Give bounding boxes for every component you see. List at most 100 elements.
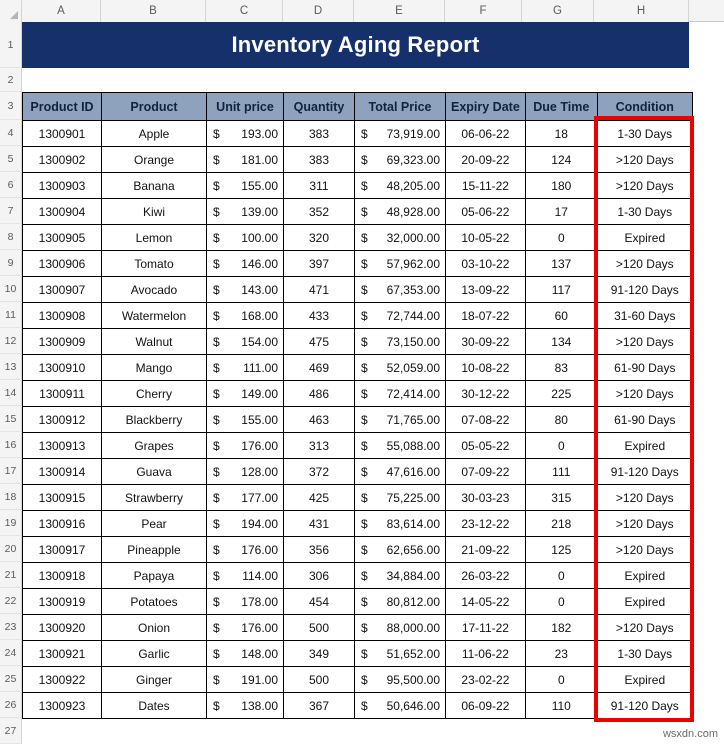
currency-symbol: $ — [361, 334, 368, 349]
row-header-1[interactable]: 1 — [0, 22, 22, 68]
row-header-26[interactable]: 26 — [0, 692, 22, 718]
cell-quantity: 313 — [283, 432, 355, 459]
header-quantity: Quantity — [283, 92, 355, 121]
column-header-d[interactable]: D — [283, 0, 354, 22]
cell-expiry-date: 06-09-22 — [445, 692, 526, 719]
column-header-e[interactable]: E — [354, 0, 445, 22]
row-header-27[interactable]: 27 — [0, 718, 22, 744]
row-header-2[interactable]: 2 — [0, 68, 22, 92]
table-row: 1300904 Kiwi $139.00 352 $48,928.00 05-06-22 1… — [22, 198, 693, 225]
cell-unit-price: $176.00 — [206, 614, 284, 641]
row-header-5[interactable]: 5 — [0, 146, 22, 172]
cell-expiry-date: 30-03-23 — [445, 484, 526, 511]
table-row: 1300905 Lemon $100.00 320 $32,000.00 10-05-22… — [22, 224, 693, 251]
cell-due-time: 17 — [524, 198, 598, 225]
cell-unit-price: $154.00 — [206, 328, 284, 355]
cell-unit-price: $114.00 — [206, 562, 284, 589]
cell-expiry-date: 06-06-22 — [445, 120, 526, 147]
column-header-g[interactable]: G — [522, 0, 594, 22]
column-header-a[interactable]: A — [22, 0, 101, 22]
cell-quantity: 349 — [283, 640, 355, 667]
watermark: wsxdn.com — [662, 728, 718, 740]
currency-symbol: $ — [213, 412, 220, 427]
row-header-8[interactable]: 8 — [0, 224, 22, 250]
row-header-11[interactable]: 11 — [0, 302, 22, 328]
cell-expiry-date: 23-12-22 — [445, 510, 526, 537]
cell-unit-price: $178.00 — [206, 588, 284, 615]
cell-condition: Expired — [596, 666, 693, 693]
cell-quantity: 471 — [283, 276, 355, 303]
cell-unit-price-value: 155.00 — [241, 412, 278, 427]
table-row: 1300920 Onion $176.00 500 $88,000.00 17-11-22… — [22, 614, 693, 641]
column-header-f[interactable]: F — [445, 0, 522, 22]
row-header-17[interactable]: 17 — [0, 458, 22, 484]
currency-symbol: $ — [361, 542, 368, 557]
cell-product: Pineapple — [101, 536, 207, 563]
cell-due-time: 315 — [524, 484, 598, 511]
row-header-7[interactable]: 7 — [0, 198, 22, 224]
row-header-21[interactable]: 21 — [0, 562, 22, 588]
column-header-c[interactable]: C — [206, 0, 283, 22]
table-row: 1300919 Potatoes $178.00 454 $80,812.00 14-05… — [22, 588, 693, 615]
cell-unit-price-value: 177.00 — [241, 490, 278, 505]
cell-total-price-value: 69,323.00 — [386, 152, 440, 167]
row-header-18[interactable]: 18 — [0, 484, 22, 510]
cell-total-price: $48,928.00 — [354, 198, 446, 225]
table-row: 1300912 Blackberry $155.00 463 $71,765.00 07-… — [22, 406, 693, 433]
row-header-13[interactable]: 13 — [0, 354, 22, 380]
table-row: 1300915 Strawberry $177.00 425 $75,225.00 30-… — [22, 484, 693, 511]
column-header-b[interactable]: B — [101, 0, 206, 22]
cell-product-id: 1300919 — [22, 588, 102, 615]
row-header-15[interactable]: 15 — [0, 406, 22, 432]
row-header-12[interactable]: 12 — [0, 328, 22, 354]
currency-symbol: $ — [361, 516, 368, 531]
currency-symbol: $ — [213, 256, 220, 271]
row-header-25[interactable]: 25 — [0, 666, 22, 692]
cell-unit-price: $149.00 — [206, 380, 284, 407]
row-header-20[interactable]: 20 — [0, 536, 22, 562]
cell-quantity: 356 — [283, 536, 355, 563]
row-header-bar: 1 2 3 4 5 6 7 8 9 10 11 12 13 14 15 16 1… — [0, 22, 22, 744]
row-header-4[interactable]: 4 — [0, 120, 22, 146]
select-all-corner[interactable] — [0, 0, 22, 22]
cell-condition: >120 Days — [596, 328, 693, 355]
cell-unit-price: $193.00 — [206, 120, 284, 147]
row-header-3[interactable]: 3 — [0, 92, 22, 120]
cell-due-time: 110 — [524, 692, 598, 719]
cell-expiry-date: 07-08-22 — [445, 406, 526, 433]
cell-product: Pear — [101, 510, 207, 537]
cell-total-price: $62,656.00 — [354, 536, 446, 563]
inventory-table: Product ID Product Unit price Quantity T… — [22, 92, 693, 719]
cell-condition: Expired — [596, 562, 693, 589]
row-header-23[interactable]: 23 — [0, 614, 22, 640]
cell-condition: Expired — [596, 432, 693, 459]
cell-unit-price: $194.00 — [206, 510, 284, 537]
row-header-10[interactable]: 10 — [0, 276, 22, 302]
column-header-h[interactable]: H — [594, 0, 689, 22]
cell-product-id: 1300914 — [22, 458, 102, 485]
cell-total-price-value: 48,928.00 — [386, 204, 440, 219]
row-header-22[interactable]: 22 — [0, 588, 22, 614]
row-header-24[interactable]: 24 — [0, 640, 22, 666]
cell-expiry-date: 10-08-22 — [445, 354, 526, 381]
cell-unit-price-value: 194.00 — [241, 516, 278, 531]
cell-product-id: 1300918 — [22, 562, 102, 589]
cell-total-price-value: 57,962.00 — [386, 256, 440, 271]
table-row: 1300909 Walnut $154.00 475 $73,150.00 30-09-2… — [22, 328, 693, 355]
cell-product: Papaya — [101, 562, 207, 589]
row-header-16[interactable]: 16 — [0, 432, 22, 458]
row-header-14[interactable]: 14 — [0, 380, 22, 406]
cell-condition: 1-30 Days — [596, 120, 693, 147]
header-total-price: Total Price — [354, 92, 446, 121]
cell-total-price-value: 95,500.00 — [386, 672, 440, 687]
cell-total-price-value: 48,205.00 — [386, 178, 440, 193]
row-header-19[interactable]: 19 — [0, 510, 22, 536]
currency-symbol: $ — [213, 490, 220, 505]
row-header-6[interactable]: 6 — [0, 172, 22, 198]
cell-due-time: 0 — [524, 432, 598, 459]
row-header-9[interactable]: 9 — [0, 250, 22, 276]
cell-unit-price-value: 100.00 — [241, 230, 278, 245]
cell-product-id: 1300909 — [22, 328, 102, 355]
cell-total-price: $72,414.00 — [354, 380, 446, 407]
cell-due-time: 23 — [524, 640, 598, 667]
